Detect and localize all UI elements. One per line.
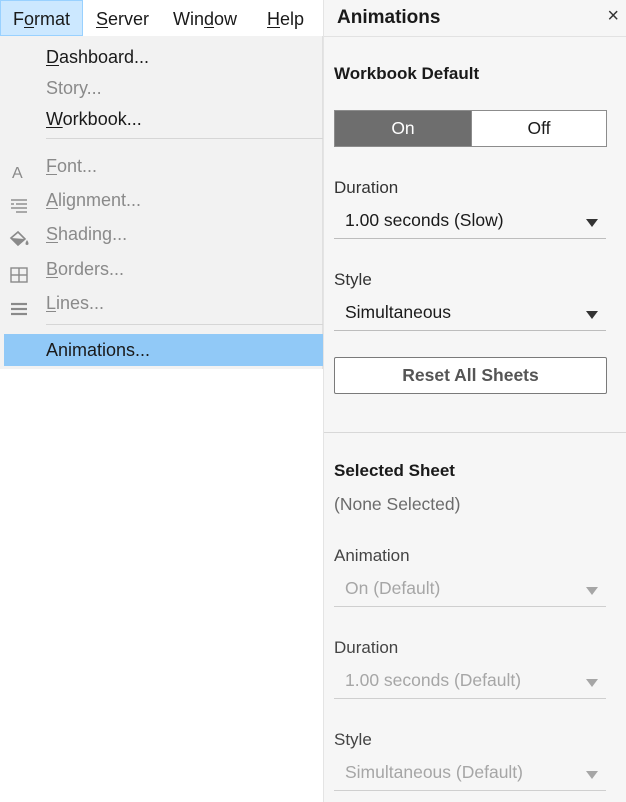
animation-label: Animation <box>334 546 410 565</box>
menu-item-dashboard[interactable]: Dashboard... <box>0 41 323 73</box>
menu-separator <box>46 324 323 325</box>
menu-bar: Format Server Window Help <box>0 0 323 36</box>
font-icon: A <box>8 158 30 182</box>
close-icon[interactable]: × <box>607 6 619 26</box>
duration-label: Duration <box>334 178 399 197</box>
chevron-down-icon <box>586 587 598 595</box>
menu-item-animations[interactable]: Animations... <box>4 334 323 366</box>
panel-header: Animations × <box>324 0 626 37</box>
sheet-duration-dropdown: 1.00 seconds (Default) <box>334 667 606 699</box>
sheet-duration-label: Duration <box>334 638 399 657</box>
menu-item-shading: Shading... <box>0 218 323 250</box>
style-dropdown[interactable]: Simultaneous <box>334 299 606 331</box>
sheet-style-dropdown: Simultaneous (Default) <box>334 759 606 791</box>
menu-item-workbook[interactable]: Workbook... <box>0 103 323 135</box>
menu-format[interactable]: Format <box>0 0 83 36</box>
style-label: Style <box>334 270 372 289</box>
menu-window[interactable]: Window <box>161 0 249 36</box>
workbook-default-title: Workbook Default <box>334 64 480 83</box>
chevron-down-icon <box>586 771 598 779</box>
toggle-off-button[interactable]: Off <box>471 111 606 146</box>
animation-toggle: On Off <box>334 110 607 147</box>
toggle-on-button[interactable]: On <box>335 111 471 146</box>
selected-sheet-title: Selected Sheet <box>334 461 455 480</box>
menu-item-lines: Lines... <box>0 287 323 319</box>
menu-separator <box>46 138 323 139</box>
duration-dropdown[interactable]: 1.00 seconds (Slow) <box>334 207 606 239</box>
lines-icon <box>8 295 30 316</box>
menu-item-borders: Borders... <box>0 253 323 285</box>
sheet-style-label: Style <box>334 730 372 749</box>
chevron-down-icon <box>586 679 598 687</box>
menu-server[interactable]: Server <box>84 0 161 36</box>
none-selected-text: (None Selected) <box>334 494 461 514</box>
format-dropdown-menu: Dashboard... Story... Workbook... A Font… <box>0 36 323 369</box>
svg-text:A: A <box>12 165 23 180</box>
alignment-icon <box>8 192 30 213</box>
menu-item-story: Story... <box>46 78 102 98</box>
panel-title: Animations <box>337 7 441 28</box>
menu-item-font: A Font... <box>0 150 323 182</box>
panel-divider <box>324 432 626 433</box>
menu-item-alignment: Alignment... <box>0 184 323 216</box>
chevron-down-icon <box>586 219 598 227</box>
chevron-down-icon <box>586 311 598 319</box>
animations-panel: Animations × Workbook Default On Off Dur… <box>323 0 626 802</box>
borders-icon <box>8 261 30 283</box>
paint-bucket-icon <box>8 226 30 247</box>
sheet-animation-dropdown: On (Default) <box>334 575 606 607</box>
reset-all-sheets-button[interactable]: Reset All Sheets <box>334 357 607 394</box>
menu-help[interactable]: Help <box>255 0 316 36</box>
